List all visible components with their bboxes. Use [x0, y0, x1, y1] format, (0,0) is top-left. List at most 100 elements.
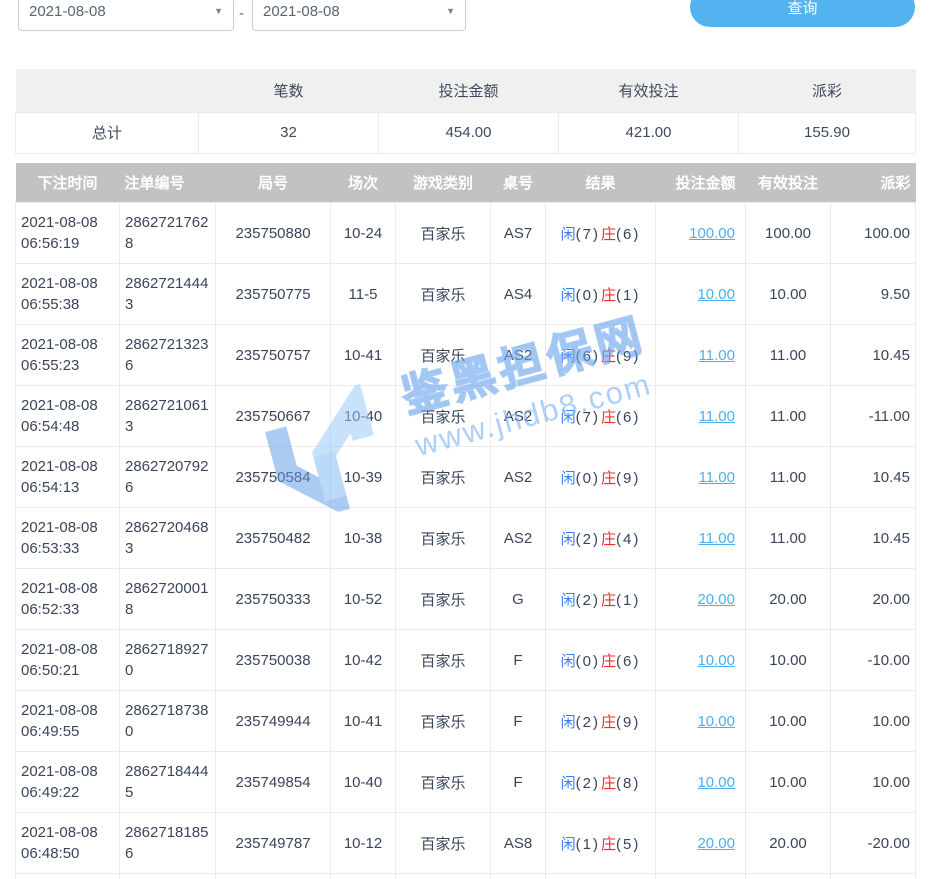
records-header-row: 下注时间 注单编号 局号 场次 游戏类别 桌号 结果 投注金额 有效投注 派彩	[16, 163, 916, 203]
banker-score: (6)	[616, 653, 640, 670]
payout: 100.00	[831, 203, 916, 264]
banker-score: (9)	[616, 470, 640, 487]
banker-score: (1)	[616, 287, 640, 304]
player-score: (2)	[576, 775, 600, 792]
bet-time: 2021-08-08 06:48:50	[16, 813, 120, 874]
bet-amount-link[interactable]: 10.00	[697, 774, 735, 791]
table-number: F	[491, 752, 546, 813]
bet-amount-link[interactable]: 10.00	[697, 652, 735, 669]
round-number: 235750880	[216, 203, 331, 264]
valid-bet: 11.00	[746, 447, 831, 508]
summary-header-count: 笔数	[199, 69, 379, 112]
bet-amount-link[interactable]: 11.00	[699, 408, 735, 425]
table-number: AS2	[491, 386, 546, 447]
player-score: (1)	[576, 836, 600, 853]
session: 10-40	[331, 752, 396, 813]
payout: 10.45	[831, 508, 916, 569]
player-label: 闲	[561, 470, 576, 487]
player-label: 闲	[561, 775, 576, 792]
valid-bet: 10.00	[746, 264, 831, 325]
result: 闲(2)庄(4)	[546, 508, 656, 569]
bet-time: 2021-08-08 06:55:23	[16, 325, 120, 386]
banker-label: 庄	[601, 653, 616, 670]
bet-amount-cell: 10.00	[656, 630, 746, 691]
bet-amount-cell: 11.00	[656, 447, 746, 508]
payout: 20.00	[831, 569, 916, 630]
bet-amount-link[interactable]: 11.00	[699, 347, 735, 364]
result: 闲(0)庄(6)	[546, 630, 656, 691]
table-row-partial	[16, 874, 916, 879]
table-number: AS4	[491, 264, 546, 325]
bet-amount-link[interactable]: 10.00	[697, 713, 735, 730]
game-type: 百家乐	[396, 508, 491, 569]
banker-score: (5)	[616, 836, 640, 853]
bet-amount-link[interactable]: 20.00	[697, 835, 735, 852]
bet-amount-cell: 10.00	[656, 264, 746, 325]
order-number: 28627200018	[120, 569, 216, 630]
player-label: 闲	[561, 226, 576, 243]
header-order-number: 注单编号	[120, 163, 216, 203]
summary-total-label: 总计	[16, 112, 199, 153]
header-bet-amount: 投注金额	[656, 163, 746, 203]
player-score: (2)	[576, 714, 600, 731]
session: 10-39	[331, 447, 396, 508]
summary-total-valid-bet: 421.00	[559, 112, 739, 153]
bet-amount-cell: 20.00	[656, 813, 746, 874]
records-table: 下注时间 注单编号 局号 场次 游戏类别 桌号 结果 投注金额 有效投注 派彩 …	[15, 163, 916, 879]
player-label: 闲	[561, 409, 576, 426]
round-number: 235749944	[216, 691, 331, 752]
result: 闲(2)庄(8)	[546, 752, 656, 813]
header-round-number: 局号	[216, 163, 331, 203]
payout: -10.00	[831, 630, 916, 691]
game-type: 百家乐	[396, 264, 491, 325]
order-number: 28627187380	[120, 691, 216, 752]
order-number: 28627184445	[120, 752, 216, 813]
betting-history-page: 2021-08-08 ▼ - 2021-08-08 ▼ 查询 笔数 投注金额 有…	[0, 0, 932, 879]
player-label: 闲	[561, 287, 576, 304]
table-number: AS2	[491, 325, 546, 386]
valid-bet: 20.00	[746, 569, 831, 630]
bet-amount-cell: 10.00	[656, 752, 746, 813]
table-row: 2021-08-08 06:54:48 28627210613 23575066…	[16, 386, 916, 447]
order-number: 28627217628	[120, 203, 216, 264]
bet-amount-link[interactable]: 20.00	[697, 591, 735, 608]
game-type: 百家乐	[396, 630, 491, 691]
banker-score: (6)	[616, 409, 640, 426]
banker-label: 庄	[601, 470, 616, 487]
date-to-value: 2021-08-08	[263, 3, 340, 20]
player-score: (0)	[576, 470, 600, 487]
game-type: 百家乐	[396, 203, 491, 264]
bet-amount-link[interactable]: 100.00	[689, 225, 735, 242]
bet-amount-link[interactable]: 11.00	[699, 469, 735, 486]
result: 闲(2)庄(1)	[546, 569, 656, 630]
banker-label: 庄	[601, 531, 616, 548]
date-to-select[interactable]: 2021-08-08 ▼	[252, 0, 466, 31]
banker-score: (4)	[616, 531, 640, 548]
query-button[interactable]: 查询	[690, 0, 915, 27]
table-row: 2021-08-08 06:53:33 28627204683 23575048…	[16, 508, 916, 569]
round-number: 235750667	[216, 386, 331, 447]
summary-header-valid-bet: 有效投注	[559, 69, 739, 112]
result: 闲(1)庄(5)	[546, 813, 656, 874]
bet-amount-cell: 100.00	[656, 203, 746, 264]
table-row: 2021-08-08 06:50:21 28627189270 23575003…	[16, 630, 916, 691]
valid-bet: 10.00	[746, 752, 831, 813]
banker-score: (9)	[616, 714, 640, 731]
bet-amount-cell: 20.00	[656, 569, 746, 630]
game-type: 百家乐	[396, 569, 491, 630]
header-bet-time: 下注时间	[16, 163, 120, 203]
valid-bet: 20.00	[746, 813, 831, 874]
bet-time: 2021-08-08 06:49:55	[16, 691, 120, 752]
summary-total-row: 总计 32 454.00 421.00 155.90	[16, 112, 916, 153]
bet-amount-cell: 11.00	[656, 325, 746, 386]
player-score: (7)	[576, 226, 600, 243]
bet-amount-link[interactable]: 10.00	[697, 286, 735, 303]
player-score: (0)	[576, 653, 600, 670]
order-number: 28627213236	[120, 325, 216, 386]
summary-header-bet-amount: 投注金额	[379, 69, 559, 112]
date-from-select[interactable]: 2021-08-08 ▼	[18, 0, 234, 31]
bet-amount-link[interactable]: 11.00	[699, 530, 735, 547]
round-number: 235749787	[216, 813, 331, 874]
header-payout: 派彩	[831, 163, 916, 203]
order-number: 28627207926	[120, 447, 216, 508]
